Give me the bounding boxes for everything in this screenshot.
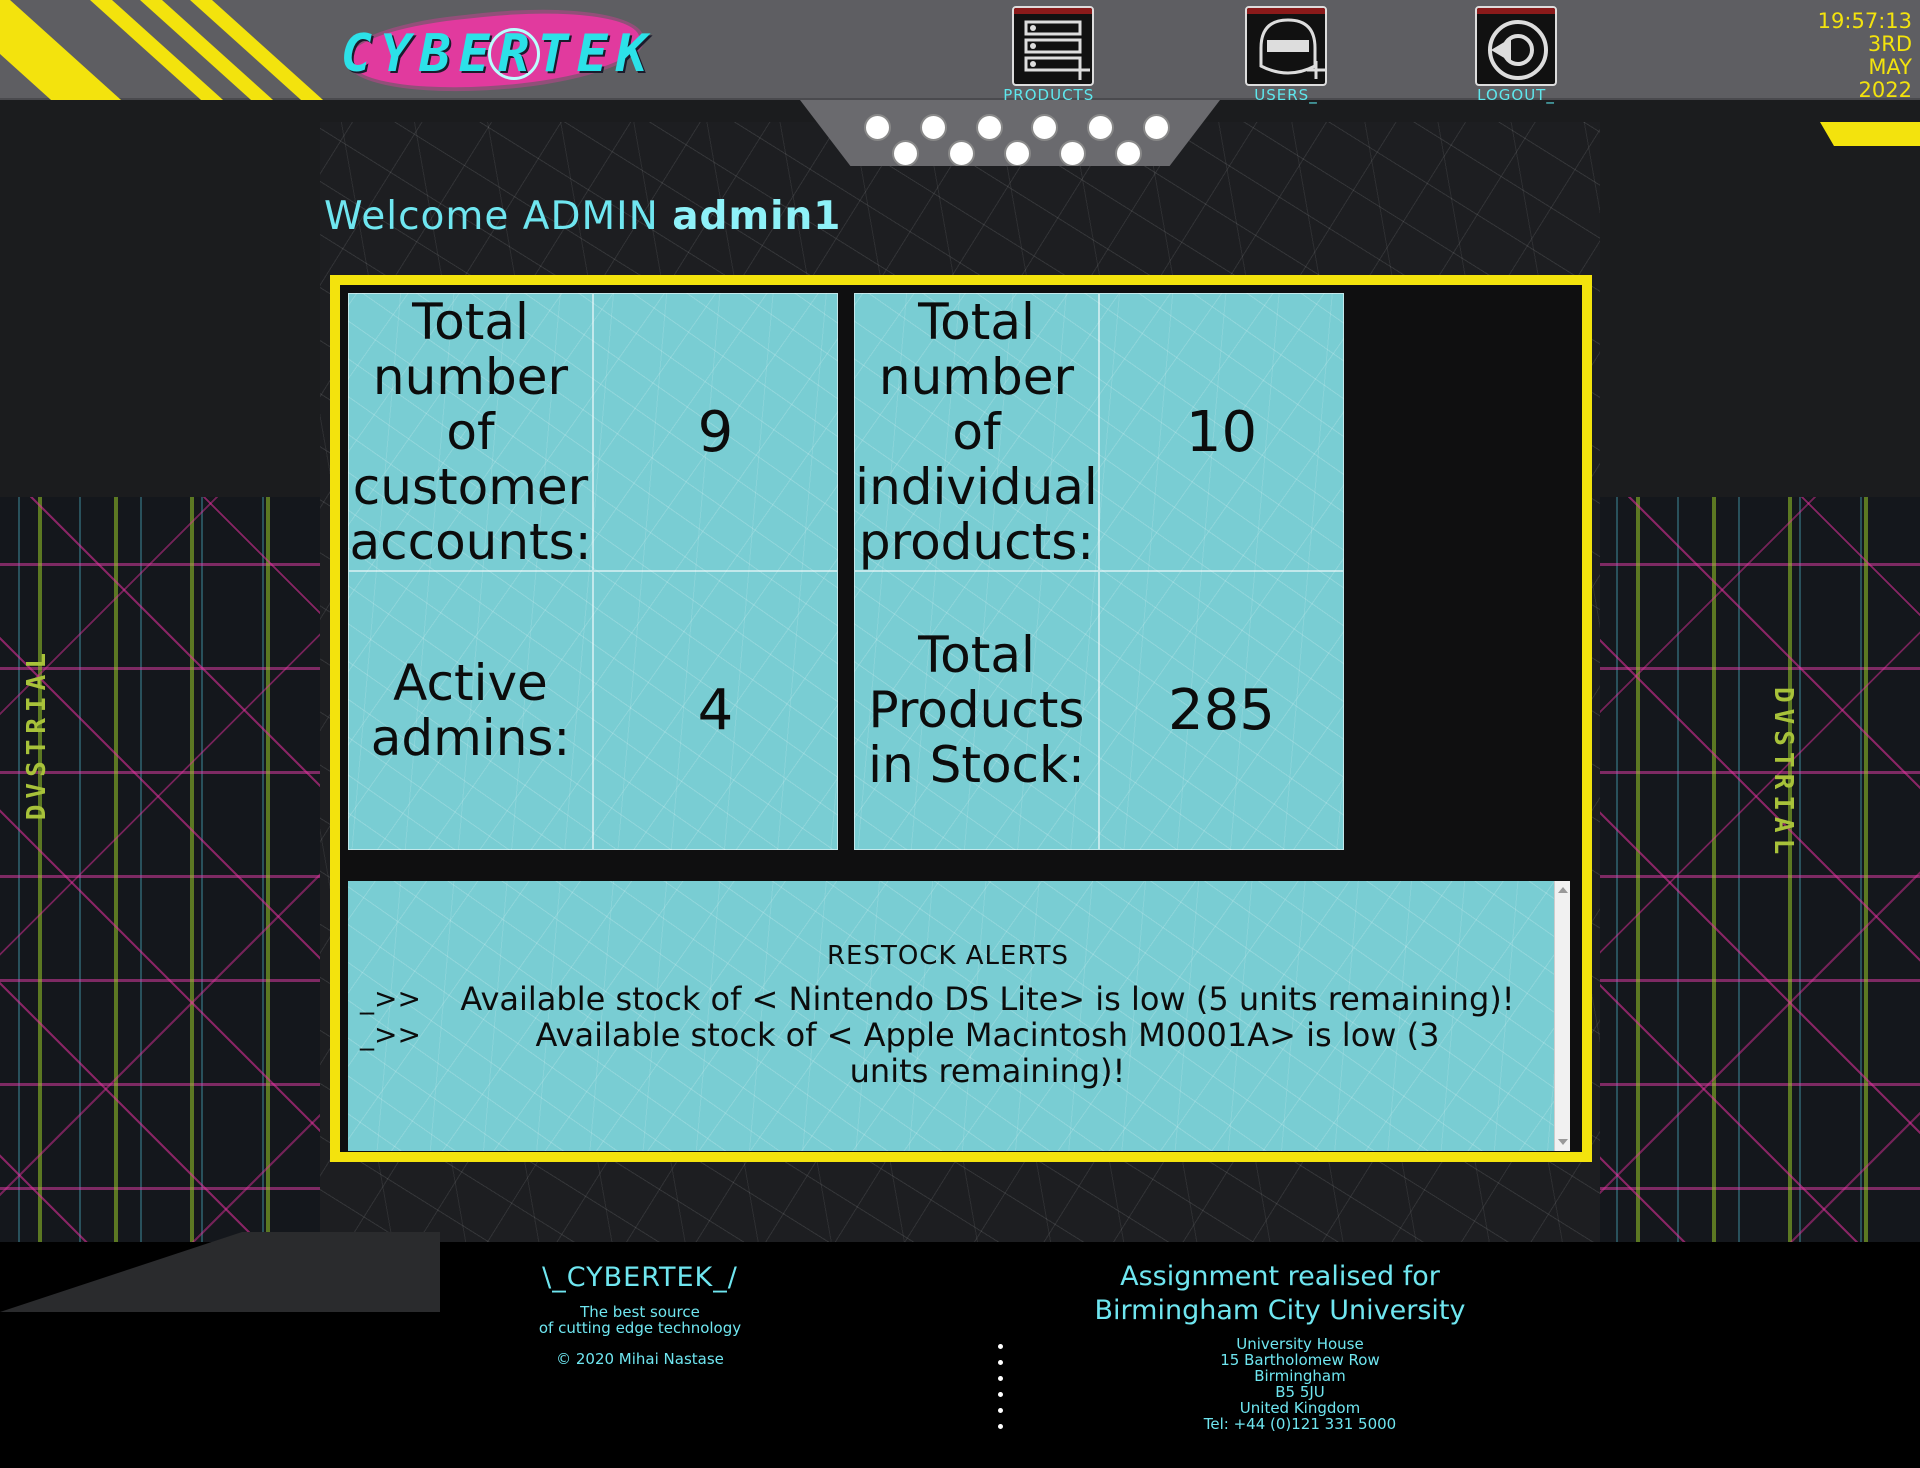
alert-prefix: _>> (360, 982, 421, 1015)
alert-item: _>> Available stock of < Apple Macintosh… (360, 1017, 1545, 1089)
footer-copyright: © 2020 Mihai Nastase (556, 1350, 724, 1368)
alerts-scrollbar[interactable] (1554, 881, 1570, 1151)
restock-alerts-panel[interactable]: RESTOCK ALERTS _>> Available stock of < … (348, 881, 1570, 1151)
products-list-icon (1012, 6, 1094, 86)
footer-tagline: The best source of cutting edge technolo… (460, 1304, 820, 1336)
logo-text: CYBERTEK (340, 24, 656, 84)
active-admins-value: 4 (593, 571, 838, 850)
address-line: United Kingdom (1239, 1399, 1361, 1417)
footer-brand: \_CYBERTEK_/ (542, 1262, 738, 1293)
restock-alerts-title: RESTOCK ALERTS (826, 941, 1070, 971)
products-in-stock-value: 285 (1099, 571, 1344, 850)
welcome-prefix: Welcome ADMIN (324, 194, 659, 239)
stats-tile-users: Total number of customer accounts: 9 Act… (348, 293, 838, 850)
main-panel: Welcome ADMIN admin1 Total number of cus… (320, 122, 1600, 1242)
clock-year: 2022 (1858, 78, 1912, 102)
circuit-background-left: DVSTRIAL (0, 497, 322, 1242)
individual-products-label: Total number of individual products: (854, 292, 1099, 571)
nav-users-button[interactable]: USERS_ (1226, 6, 1346, 104)
nav-logout-label: LOGOUT_ (1477, 86, 1555, 104)
alert-text: Available stock of < Nintendo DS Lite> i… (460, 980, 1515, 1018)
nav-products-button[interactable]: PRODUCTS_ (993, 6, 1113, 104)
header-dots-plate (800, 100, 1220, 166)
clock-time: 19:57:13 (1817, 9, 1912, 33)
stats-tile-products: Total number of individual products: 10 … (854, 293, 1344, 850)
alert-item: _>> Available stock of < Nintendo DS Lit… (360, 981, 1545, 1017)
footer-tagline-line2: of cutting edge technology (538, 1319, 742, 1337)
cybertek-logo[interactable]: CYBERTEK (320, 1, 670, 101)
footer-assignment-line2: Birmingham City University (1094, 1295, 1466, 1326)
address-line: Tel: +44 (0)121 331 5000 (1203, 1415, 1397, 1433)
footer-assignment: Assignment realised for Birmingham City … (1030, 1260, 1530, 1328)
logout-icon (1475, 6, 1557, 86)
footer-tagline-line1: The best source (580, 1303, 700, 1321)
customer-accounts-value: 9 (593, 293, 838, 571)
footer-assignment-line1: Assignment realised for (1120, 1261, 1440, 1292)
clock-month: MAY (1868, 55, 1912, 79)
nav-users-label: USERS_ (1254, 86, 1318, 104)
user-helmet-icon (1245, 6, 1327, 86)
alert-text: Available stock of < Apple Macintosh M00… (535, 1016, 1440, 1090)
yellow-accent-right (1820, 122, 1920, 146)
welcome-username: admin1 (672, 194, 842, 239)
circuit-background-right: DVSTRIAL (1598, 497, 1920, 1242)
products-in-stock-label: Total Products in Stock: (854, 571, 1099, 850)
alert-prefix: _>> (360, 1018, 421, 1051)
header-clock: 19:57:13 3RD MAY 2022 (1792, 10, 1912, 102)
clock-day: 3RD (1867, 32, 1912, 56)
page: DVSTRIAL DVSTRIAL CYBERTEK PRODUCTS_ USE… (0, 0, 1920, 1468)
nav-logout-button[interactable]: LOGOUT_ (1456, 6, 1576, 104)
dashboard-frame: Total number of customer accounts: 9 Act… (330, 275, 1592, 1162)
side-text-left: DVSTRIAL (22, 647, 52, 821)
footer: \_CYBERTEK_/ The best source of cutting … (0, 1232, 1920, 1468)
address-line: University House (1236, 1335, 1364, 1353)
address-line: 15 Bartholomew Row (1220, 1351, 1380, 1369)
footer-address: University House 15 Bartholomew Row Birm… (1140, 1336, 1460, 1432)
address-line: B5 5JU (1275, 1383, 1325, 1401)
welcome-heading: Welcome ADMIN admin1 (324, 194, 841, 239)
customer-accounts-label: Total number of customer accounts: (348, 292, 593, 571)
footer-slant-decor (0, 1232, 440, 1312)
side-text-right: DVSTRIAL (1768, 687, 1798, 861)
scroll-up-arrow-icon[interactable] (1558, 887, 1568, 893)
individual-products-value: 10 (1099, 293, 1344, 571)
active-admins-label: Active admins: (348, 571, 593, 850)
address-line: Birmingham (1254, 1367, 1346, 1385)
scroll-down-arrow-icon[interactable] (1558, 1139, 1568, 1145)
